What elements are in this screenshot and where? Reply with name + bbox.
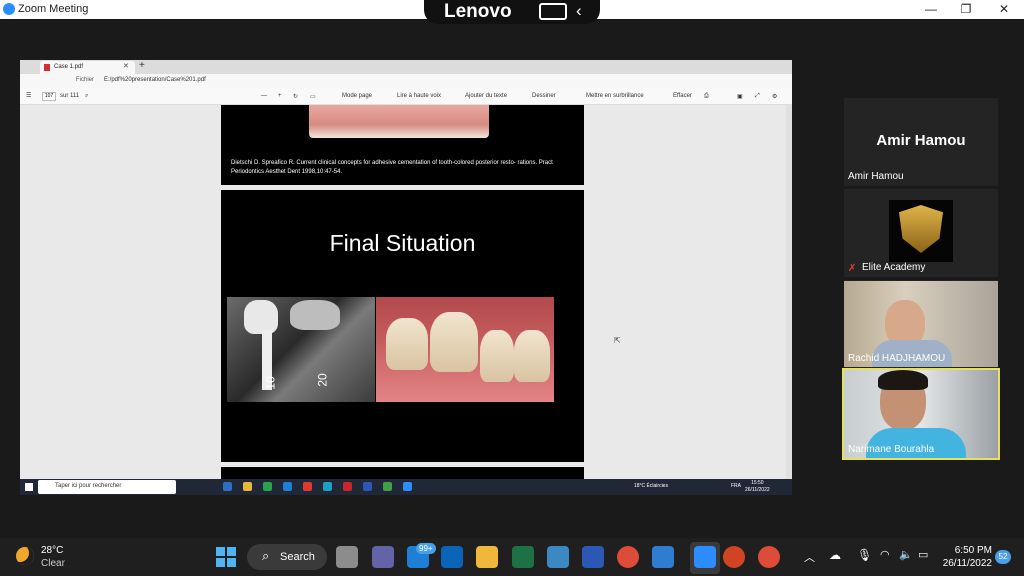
word-icon[interactable] [582,546,604,568]
clock-date: 26/11/2022 [745,487,770,493]
zoom-app-icon[interactable] [403,482,412,491]
window-switch-icon[interactable] [539,3,567,20]
browser-tab[interactable]: Case 1.pdf [40,61,135,74]
slide-title: Final Situation [329,230,476,256]
xray-crown [244,300,278,334]
tray-chevron-icon[interactable]: ︿ [804,549,815,565]
edge-icon[interactable] [323,482,332,491]
weather-text: 18°C Éclaircies [634,483,668,489]
tooth [480,330,514,382]
participant-name: Elite Academy [862,262,926,273]
word-icon[interactable] [363,482,372,491]
draw-button[interactable]: Dessiner [532,93,556,99]
pdf-file-icon [44,64,50,71]
xray-ruler-label: 20 [315,373,330,387]
mouse-cursor-icon: ⇱ [614,336,621,345]
read-aloud-button[interactable]: Lire à haute voix [397,93,441,99]
zoom-in-icon[interactable]: + [278,93,282,99]
windows-start-icon[interactable] [216,547,236,567]
teeth-photo [309,105,489,138]
file-explorer-icon[interactable] [476,546,498,568]
participant-avatar-name: Amir Hamou [876,132,966,149]
add-text-button[interactable]: Ajouter du texte [465,93,507,99]
close-button[interactable]: ✕ [994,2,1014,16]
language-indicator[interactable]: FRA [731,483,741,489]
tab-close-icon[interactable]: ✕ [123,62,129,70]
participant-name: Narimane Bourahla [848,444,935,455]
windows-start-icon[interactable] [25,483,33,491]
mail-icon[interactable] [283,482,292,491]
print-icon[interactable]: ⎙ [704,93,709,100]
window-title: Zoom Meeting [18,3,89,15]
page-total: sur 111 [60,93,80,99]
snipping-tool-icon[interactable] [652,546,674,568]
teams-icon[interactable] [372,546,394,568]
search-icon[interactable]: ⌕ [85,93,88,100]
powerpoint-icon[interactable] [723,546,745,568]
zoom-logo-icon [3,3,15,15]
toc-icon[interactable]: ☰ [26,92,31,99]
battery-icon[interactable]: ▭ [918,548,928,561]
tooth [514,330,550,382]
folder-icon[interactable] [243,482,252,491]
slide-citation: Dietschi D. Spreafico R. Current clinica… [231,160,553,175]
settings-icon[interactable]: ⚙ [772,93,777,100]
wifi-icon[interactable]: ◠ [880,548,890,561]
volume-icon[interactable]: 🔈 [899,548,913,561]
minimize-button[interactable]: — [921,2,941,16]
rotate-icon[interactable]: ↻ [293,93,298,100]
mail-badge: 99+ [416,543,436,554]
notification-badge[interactable]: 52 [995,550,1011,564]
microphone-icon[interactable]: 🎙 [857,548,872,562]
excel-icon[interactable] [512,546,534,568]
tooth [386,318,428,370]
chrome-profile-icon[interactable] [758,546,780,568]
participant-name: Amir Hamou [848,171,904,182]
zoom-app-icon[interactable] [694,546,716,568]
weather-condition: Clear [41,558,65,569]
chrome-icon[interactable] [383,482,392,491]
task-view-icon[interactable] [336,546,358,568]
clock[interactable]: 15:50 26/11/2022 [745,480,770,494]
mic-muted-icon: ✗ [848,263,857,274]
scrollbar[interactable] [786,105,792,479]
highlight-button[interactable]: Mettre en surbrillance [586,93,644,99]
fullscreen-icon[interactable]: ⤢ [755,93,760,100]
chrome-icon[interactable] [617,546,639,568]
excel-icon[interactable] [263,482,272,491]
opera-icon[interactable] [303,482,312,491]
taskbar-search-label: Search [280,551,315,563]
participant-name: Rachid HADJHAMOU [848,353,946,364]
xray-ruler-label: 10 [263,376,278,390]
pdf-reader-icon[interactable] [343,482,352,491]
moon-weather-icon[interactable] [16,547,34,565]
zoom-out-icon[interactable]: — [261,93,267,99]
xray-crown [290,300,340,330]
save-icon[interactable]: ▣ [737,93,743,100]
paint-icon[interactable] [547,546,569,568]
fit-page-icon[interactable]: ▭ [310,93,316,100]
onedrive-icon[interactable]: ☁ [829,548,841,562]
maximize-button[interactable]: ❐ [956,2,976,16]
tooth [430,312,478,372]
outlook-icon[interactable] [441,546,463,568]
back-icon[interactable]: ‹ [576,1,582,21]
taskbar-date[interactable]: 26/11/2022 [935,558,992,569]
weather-temp[interactable]: 28°C [41,545,63,556]
lenovo-logo: Lenovo [444,1,512,22]
browser-tabbar [20,60,792,74]
url-scheme-label: Fichier [76,77,95,83]
url-text[interactable]: E:/pdf%20presentation/Case%201.pdf [104,77,206,83]
participant-hair [878,370,928,390]
new-tab-button[interactable]: + [139,60,145,71]
taskbar-time[interactable]: 6:50 PM [944,545,992,556]
erase-button[interactable]: Effacer [673,93,692,99]
search-icon: ⌕ [262,548,270,563]
page-mode-button[interactable]: Mode page [342,93,372,99]
clock-time: 15:50 [751,480,764,486]
next-slide [221,467,584,479]
search-placeholder: Taper ici pour rechercher [55,483,122,489]
file-explorer-icon[interactable] [223,482,232,491]
page-number-input[interactable]: 107 [42,92,56,101]
